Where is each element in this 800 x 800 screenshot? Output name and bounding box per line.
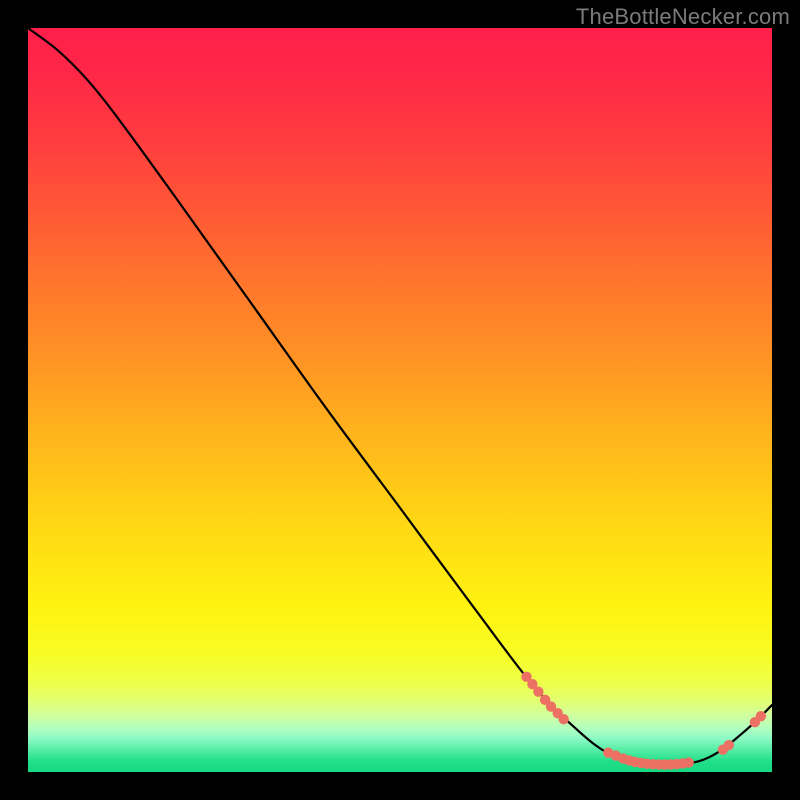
data-marker — [724, 740, 734, 750]
chart-frame: TheBottleNecker.com — [0, 0, 800, 800]
data-marker — [683, 757, 693, 767]
watermark-label: TheBottleNecker.com — [576, 4, 790, 30]
chart-plot — [28, 28, 772, 772]
chart-svg — [28, 28, 772, 772]
data-marker — [756, 711, 766, 721]
gradient-background — [28, 28, 772, 772]
data-marker — [558, 714, 568, 724]
data-marker — [533, 686, 543, 696]
